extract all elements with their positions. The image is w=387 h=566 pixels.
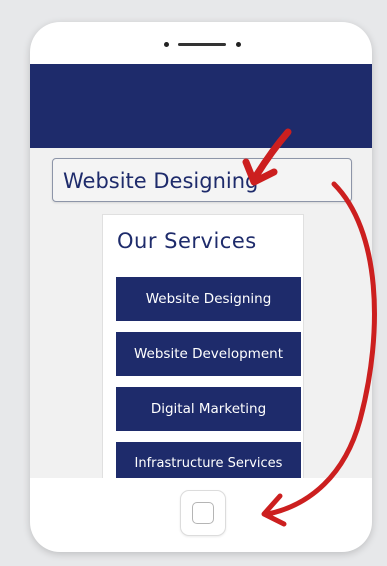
- home-button-inner: [192, 502, 214, 524]
- phone-screen: Website Designing Our Services Website D…: [30, 64, 372, 478]
- service-button-website-development[interactable]: Website Development: [116, 332, 301, 376]
- service-button-website-designing[interactable]: Website Designing: [116, 277, 301, 321]
- services-menu: Our Services Website Designing Website D…: [102, 214, 304, 478]
- service-button-infrastructure-services[interactable]: Infrastructure Services: [116, 442, 301, 478]
- services-dropdown[interactable]: Website Designing: [52, 158, 352, 202]
- speaker-icon: [178, 43, 226, 46]
- dropdown-selected-value: Website Designing: [63, 169, 259, 193]
- home-button-icon[interactable]: [180, 490, 226, 536]
- phone-mockup: Website Designing Our Services Website D…: [30, 22, 372, 552]
- header-banner: [30, 64, 372, 148]
- camera-dot-icon: [164, 42, 169, 47]
- phone-top-bezel: [30, 22, 372, 64]
- service-button-digital-marketing[interactable]: Digital Marketing: [116, 387, 301, 431]
- services-title: Our Services: [117, 229, 257, 253]
- sensor-dot-icon: [236, 42, 241, 47]
